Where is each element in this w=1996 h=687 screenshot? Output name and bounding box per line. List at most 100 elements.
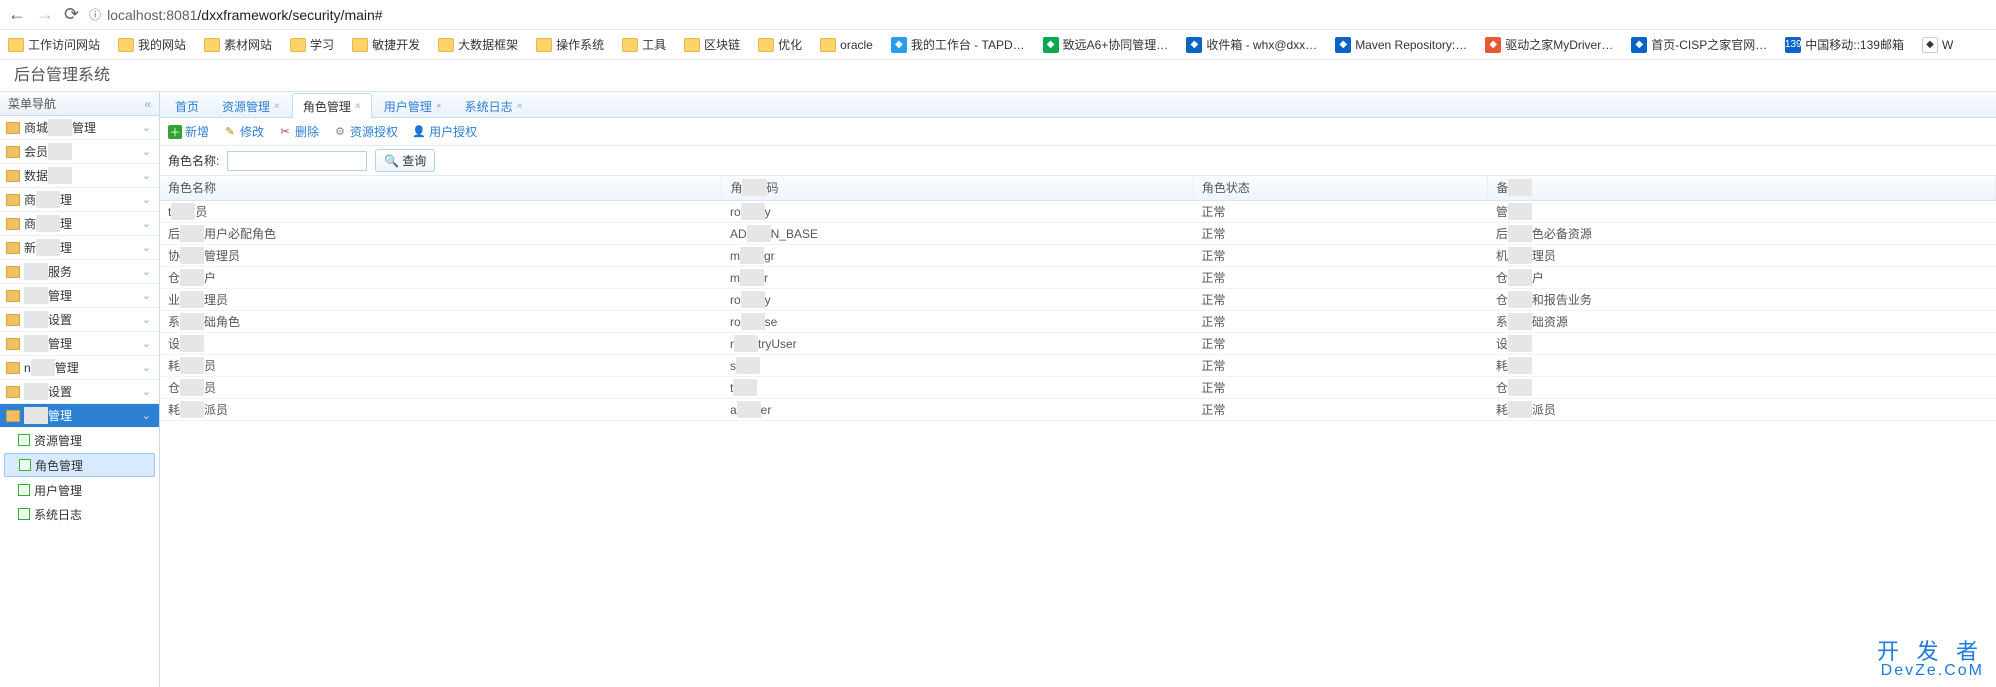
folder-icon bbox=[290, 38, 306, 52]
sidebar-item[interactable]: 设置⌄ bbox=[0, 380, 159, 404]
close-icon[interactable]: × bbox=[274, 101, 280, 112]
table-header[interactable]: 备 bbox=[1488, 176, 1996, 200]
table-row[interactable]: 后 用户必配角色AD N_BASE正常后 色必备资源 bbox=[160, 222, 1996, 244]
table-header[interactable]: 角色名称 bbox=[160, 176, 722, 200]
tab[interactable]: 首页 bbox=[164, 93, 210, 118]
resource-auth-button[interactable]: ⚙资源授权 bbox=[333, 123, 398, 140]
table-row[interactable]: t 员ro y正常管 bbox=[160, 200, 1996, 222]
close-icon[interactable]: × bbox=[355, 101, 361, 112]
folder-icon bbox=[8, 38, 24, 52]
table-row[interactable]: 耗 员s 正常耗 bbox=[160, 354, 1996, 376]
bookmark-item[interactable]: 优化 bbox=[758, 36, 802, 53]
bookmark-item[interactable]: ◆首页-CISP之家官网… bbox=[1631, 36, 1767, 53]
bookmark-item[interactable]: 大数据框架 bbox=[438, 36, 518, 53]
sidebar-item[interactable]: 商 理⌄ bbox=[0, 188, 159, 212]
table-row[interactable]: 协 管理员m gr正常机 理员 bbox=[160, 244, 1996, 266]
folder-icon bbox=[536, 38, 552, 52]
table-cell: 仓 户 bbox=[160, 266, 722, 288]
table-row[interactable]: 耗 派员a er正常耗 派员 bbox=[160, 398, 1996, 420]
table-cell: 正常 bbox=[1193, 200, 1488, 222]
close-icon[interactable]: × bbox=[517, 101, 523, 112]
sidebar-item[interactable]: 管理⌄ bbox=[0, 332, 159, 356]
table-cell: r tryUser bbox=[722, 332, 1193, 354]
tab[interactable]: 用户管理× bbox=[373, 93, 453, 118]
sidebar-item[interactable]: 商城 管理⌄ bbox=[0, 116, 159, 140]
back-button[interactable]: ← bbox=[8, 4, 26, 25]
sidebar-leaf[interactable]: 系统日志 bbox=[0, 502, 159, 526]
forward-button[interactable]: → bbox=[36, 4, 54, 25]
sidebar-item[interactable]: 新 理⌄ bbox=[0, 236, 159, 260]
table-cell: AD N_BASE bbox=[722, 222, 1193, 244]
edit-button[interactable]: ✎修改 bbox=[223, 123, 264, 140]
sidebar-item[interactable]: 服务⌄ bbox=[0, 260, 159, 284]
bookmark-item[interactable]: oracle bbox=[820, 38, 873, 52]
bookmark-item[interactable]: ◆致远A6+协同管理… bbox=[1043, 36, 1169, 53]
folder-icon bbox=[758, 38, 774, 52]
tab[interactable]: 系统日志× bbox=[454, 93, 534, 118]
sidebar-item[interactable]: 会员 ⌄ bbox=[0, 140, 159, 164]
folder-icon bbox=[204, 38, 220, 52]
sidebar-item[interactable]: 商 理⌄ bbox=[0, 212, 159, 236]
address-bar[interactable]: ⓘ localhost:8081/dxxframework/security/m… bbox=[89, 6, 382, 23]
table-row[interactable]: 仓 员t 正常仓 bbox=[160, 376, 1996, 398]
chevron-down-icon: ⌄ bbox=[142, 241, 151, 254]
bookmark-item[interactable]: ◆W bbox=[1922, 37, 1953, 53]
watermark: 开 发 者 DevZe.CoM bbox=[1877, 641, 1984, 679]
folder-icon bbox=[118, 38, 134, 52]
tab[interactable]: 角色管理× bbox=[292, 93, 372, 118]
page-icon bbox=[18, 508, 30, 520]
table-header[interactable]: 角色状态 bbox=[1193, 176, 1488, 200]
bookmark-item[interactable]: 139中国移动::139邮箱 bbox=[1785, 36, 1904, 53]
table-cell: 正常 bbox=[1193, 354, 1488, 376]
bookmark-item[interactable]: 学习 bbox=[290, 36, 334, 53]
table-cell: 正常 bbox=[1193, 398, 1488, 420]
site-icon: ◆ bbox=[1043, 37, 1059, 53]
sidebar-item[interactable]: 数据 ⌄ bbox=[0, 164, 159, 188]
table-row[interactable]: 业 理员ro y正常仓 和报告业务 bbox=[160, 288, 1996, 310]
table-row[interactable]: 系 础角色ro se正常系 础资源 bbox=[160, 310, 1996, 332]
query-button[interactable]: 🔍查询 bbox=[375, 149, 435, 172]
bookmark-item[interactable]: ◆驱动之家MyDriver… bbox=[1485, 36, 1613, 53]
sidebar-leaf[interactable]: 资源管理 bbox=[0, 428, 159, 452]
bookmark-item[interactable]: 区块链 bbox=[684, 36, 740, 53]
bookmark-item[interactable]: 工具 bbox=[622, 36, 666, 53]
table-row[interactable]: 设 r tryUser正常设 bbox=[160, 332, 1996, 354]
content-area: 首页资源管理×角色管理×用户管理×系统日志× ＋新增 ✎修改 ✂删除 ⚙资源授权… bbox=[160, 92, 1996, 687]
folder-icon bbox=[6, 362, 20, 374]
table-row[interactable]: 仓 户m r正常仓 户 bbox=[160, 266, 1996, 288]
info-icon[interactable]: ⓘ bbox=[89, 6, 101, 23]
sidebar-item[interactable]: n 管理⌄ bbox=[0, 356, 159, 380]
reload-button[interactable]: ⟳ bbox=[64, 4, 79, 25]
sidebar-item[interactable]: 设置⌄ bbox=[0, 308, 159, 332]
site-icon: ◆ bbox=[1631, 37, 1647, 53]
add-button[interactable]: ＋新增 bbox=[168, 123, 209, 140]
page-icon bbox=[18, 484, 30, 496]
sidebar-collapse-button[interactable]: « bbox=[144, 97, 151, 111]
sidebar: 菜单导航 « 商城 管理⌄会员 ⌄数据 ⌄商 理⌄商 理⌄新 理⌄ 服务⌄ 管理… bbox=[0, 92, 160, 687]
close-icon[interactable]: × bbox=[436, 101, 442, 112]
table-cell: 仓 户 bbox=[1488, 266, 1996, 288]
bookmark-item[interactable]: ◆我的工作台 - TAPD… bbox=[891, 36, 1025, 53]
sidebar-leaf[interactable]: 角色管理 bbox=[4, 453, 155, 477]
sidebar-item[interactable]: 管理⌄ bbox=[0, 404, 159, 428]
sidebar-item[interactable]: 管理⌄ bbox=[0, 284, 159, 308]
bookmark-item[interactable]: 工作访问网站 bbox=[8, 36, 100, 53]
table-header[interactable]: 角 码 bbox=[722, 176, 1193, 200]
chevron-down-icon: ⌄ bbox=[142, 193, 151, 206]
bookmark-item[interactable]: ◆收件箱 - whx@dxx… bbox=[1186, 36, 1317, 53]
bookmark-item[interactable]: 敏捷开发 bbox=[352, 36, 420, 53]
bookmark-item[interactable]: 我的网站 bbox=[118, 36, 186, 53]
folder-icon bbox=[6, 218, 20, 230]
sidebar-leaf[interactable]: 用户管理 bbox=[0, 478, 159, 502]
bookmark-item[interactable]: 操作系统 bbox=[536, 36, 604, 53]
folder-icon bbox=[6, 314, 20, 326]
table-cell: 正常 bbox=[1193, 288, 1488, 310]
delete-button[interactable]: ✂删除 bbox=[278, 123, 319, 140]
tab[interactable]: 资源管理× bbox=[211, 93, 291, 118]
user-auth-button[interactable]: 👤用户授权 bbox=[412, 123, 477, 140]
app-title: 后台管理系统 bbox=[14, 67, 110, 84]
folder-icon bbox=[6, 170, 20, 182]
bookmark-item[interactable]: 素材网站 bbox=[204, 36, 272, 53]
bookmark-item[interactable]: ◆Maven Repository:… bbox=[1335, 37, 1467, 53]
role-name-input[interactable] bbox=[227, 151, 367, 171]
